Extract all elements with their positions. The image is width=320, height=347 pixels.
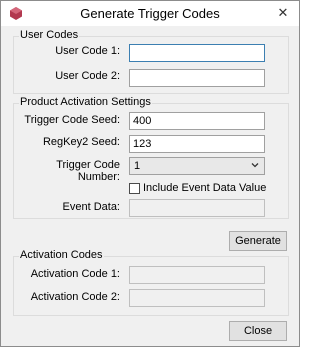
activation-code-2-label: Activation Code 2: [30,291,120,303]
user-codes-group-title: User Codes [19,29,80,41]
title-bar: Generate Trigger Codes ✕ [1,1,299,26]
activation-codes-group-title: Activation Codes [19,249,104,261]
include-event-data-label[interactable]: Include Event Data Value [143,182,266,194]
include-event-data-checkbox[interactable] [129,183,140,194]
generate-trigger-codes-dialog: Generate Trigger Codes ✕ User Codes User… [0,0,300,347]
window-title: Generate Trigger Codes [80,6,220,21]
activation-code-1-label: Activation Code 1: [30,268,120,280]
regkey2-seed-input[interactable] [129,135,265,153]
chevron-down-icon [250,160,260,170]
regkey2-seed-label: RegKey2 Seed: [42,136,120,148]
product-activation-settings-group-title: Product Activation Settings [19,96,152,108]
trigger-code-number-select[interactable]: 1 [129,157,265,175]
trigger-code-number-value: 1 [134,160,141,172]
user-code-1-input[interactable] [129,44,265,62]
activation-code-1-output [129,266,265,284]
event-data-label: Event Data: [62,201,120,213]
user-codes-group: User Codes User Code 1: User Code 2: [13,29,289,94]
trigger-code-number-label: Trigger Code Number: [56,159,120,183]
trigger-code-seed-label: Trigger Code Seed: [24,114,120,126]
user-code-1-label: User Code 1: [55,45,120,57]
generate-button[interactable]: Generate [229,231,287,251]
user-code-2-input[interactable] [129,69,265,87]
activation-code-2-output [129,289,265,307]
product-activation-settings-group: Product Activation Settings Trigger Code… [13,96,289,219]
event-data-input [129,199,265,217]
dialog-content: User Codes User Code 1: User Code 2: Pro… [1,26,299,346]
user-code-2-label: User Code 2: [55,70,120,82]
trigger-code-seed-input[interactable] [129,112,265,130]
close-icon[interactable]: ✕ [273,3,293,23]
close-button[interactable]: Close [229,321,287,341]
activation-codes-group: Activation Codes Activation Code 1: Acti… [13,249,289,316]
